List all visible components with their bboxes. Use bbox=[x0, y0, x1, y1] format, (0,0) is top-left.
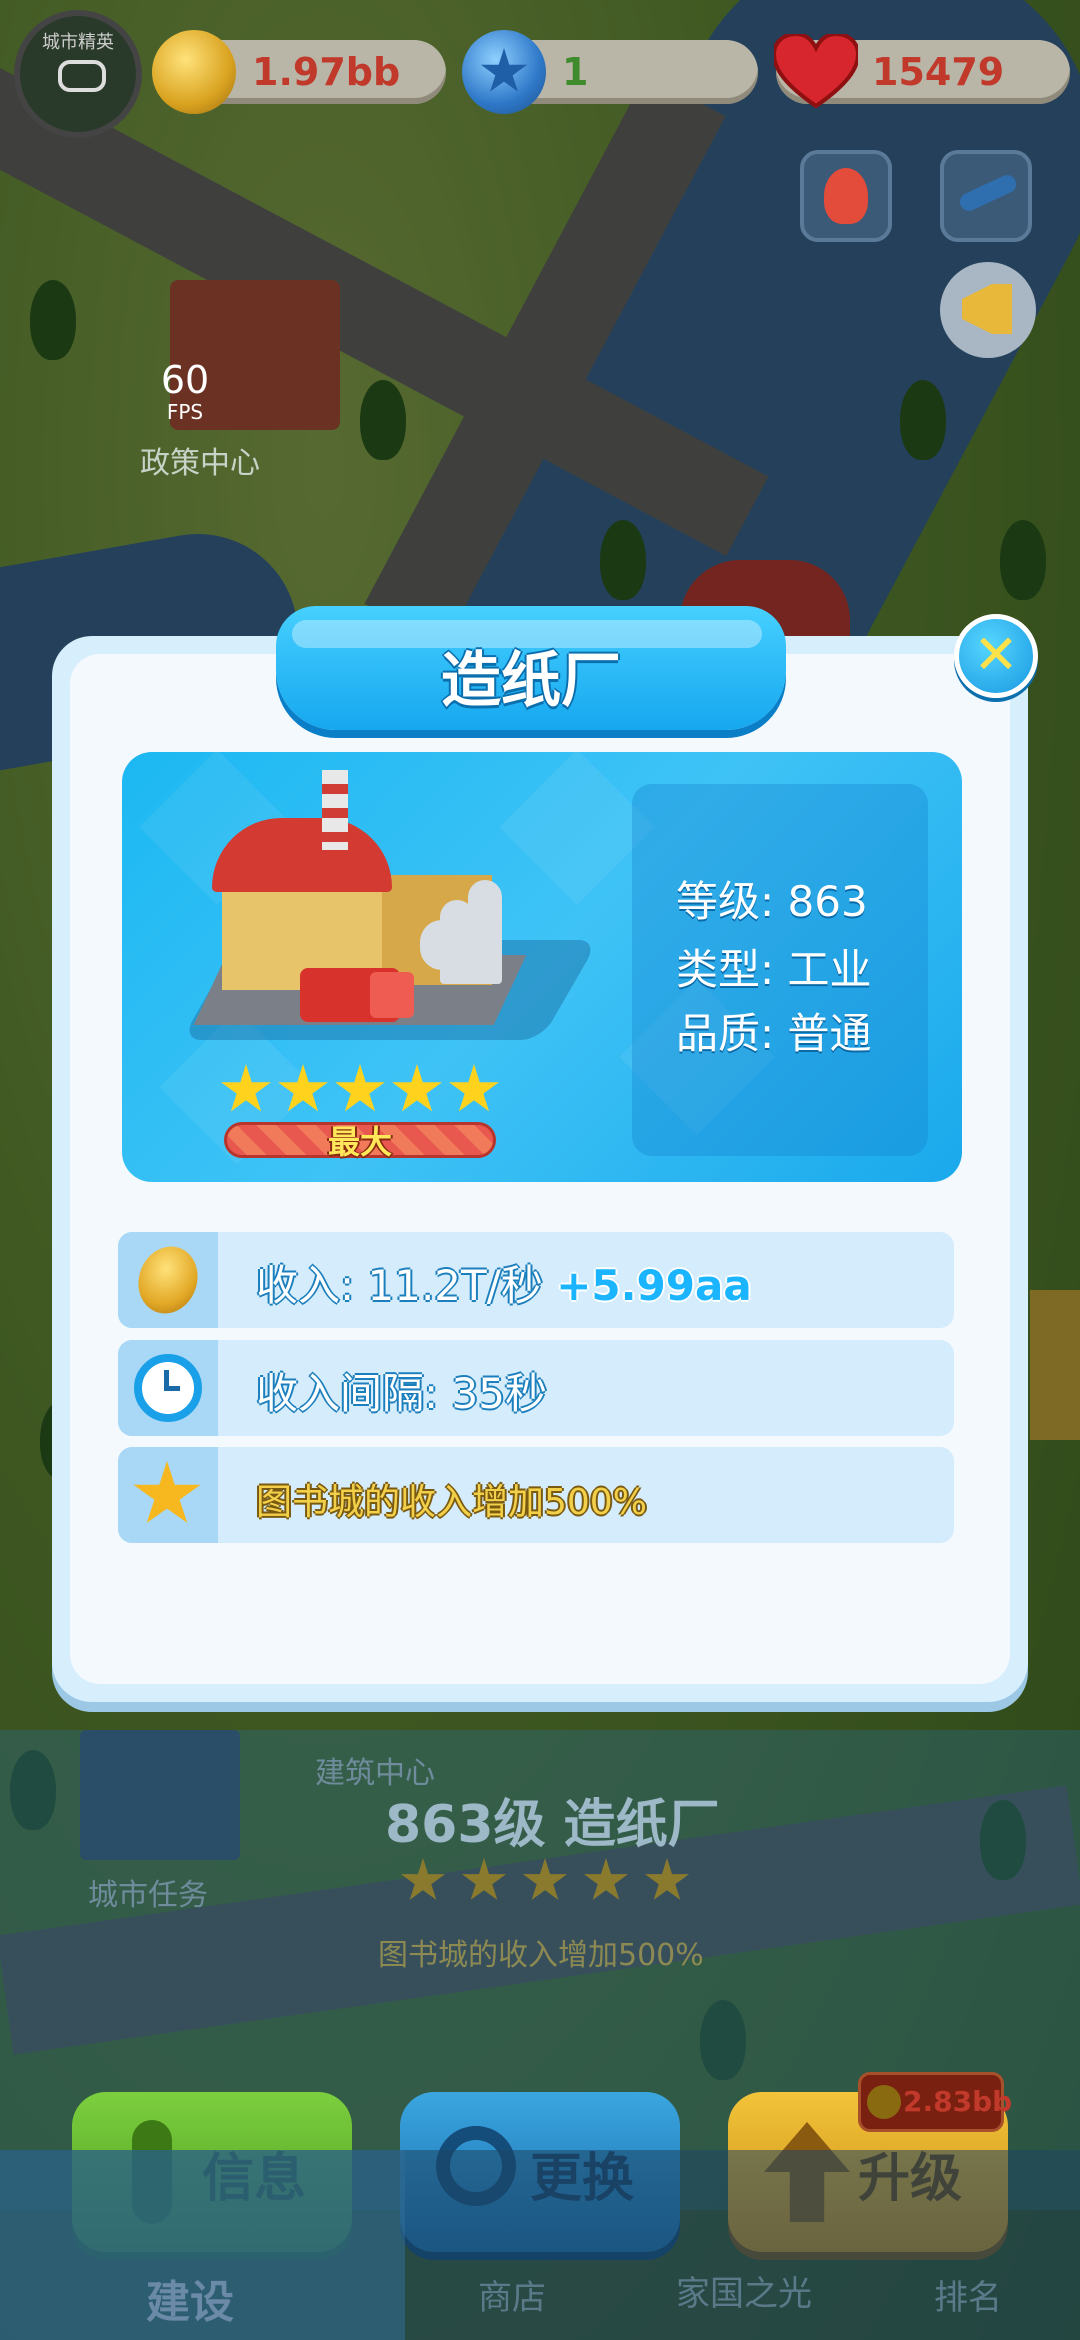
clock-icon bbox=[134, 1354, 202, 1422]
megaphone-icon bbox=[962, 284, 1012, 334]
fps-value: 60 bbox=[160, 358, 210, 402]
effect-text: 图书城的收入增加500% bbox=[256, 1482, 647, 1523]
quality-stat: 品质: 普通 bbox=[676, 1009, 872, 1058]
star-rating bbox=[220, 1064, 500, 1116]
player-avatar[interactable]: 城市精英 bbox=[14, 10, 142, 138]
interval-text: 收入间隔: 35秒 bbox=[256, 1369, 547, 1418]
star-icon bbox=[644, 1858, 690, 1900]
avatar-title: 城市精英 bbox=[42, 32, 114, 53]
tab-build[interactable]: 建设 bbox=[146, 2266, 234, 2330]
airplane-icon bbox=[957, 172, 1019, 214]
star-icon bbox=[400, 1858, 446, 1900]
heart-icon bbox=[771, 31, 861, 110]
tab-shop[interactable]: 商店 bbox=[478, 2270, 546, 2319]
fox-icon bbox=[824, 168, 868, 224]
fox-event-button[interactable] bbox=[800, 150, 892, 242]
effect-row: 图书城的收入增加500% bbox=[118, 1447, 954, 1543]
scene-building-label: 政策中心 bbox=[140, 446, 260, 481]
close-button[interactable]: ✕ bbox=[954, 614, 1038, 698]
fps-counter: 60 FPS bbox=[150, 360, 220, 424]
hearts-counter[interactable]: 15479 bbox=[771, 31, 1070, 109]
coins-value: 1.97bb bbox=[252, 50, 401, 94]
star-icon bbox=[133, 1461, 201, 1523]
city-task-label[interactable]: 城市任务 bbox=[88, 1870, 208, 1914]
tab-national-glory[interactable]: 家国之光 bbox=[676, 2266, 812, 2315]
airport-button[interactable] bbox=[940, 150, 1032, 242]
coin-icon bbox=[867, 2085, 901, 2119]
close-icon: ✕ bbox=[973, 623, 1019, 686]
coin-icon bbox=[152, 30, 236, 114]
fps-label: FPS bbox=[166, 400, 204, 424]
upgrade-cost-badge: 2.83bb bbox=[858, 2072, 1012, 2132]
star-icon bbox=[278, 1064, 328, 1112]
income-row: 收入: 11.2T/秒 +5.99aa bbox=[118, 1232, 954, 1328]
hearts-value: 15479 bbox=[872, 50, 1005, 94]
star-icon bbox=[221, 1064, 271, 1112]
star-icon bbox=[583, 1858, 629, 1900]
bg-effect: 图书城的收入增加500% bbox=[378, 1938, 704, 1973]
upgrade-cost: 2.83bb bbox=[903, 2085, 1013, 2118]
bg-title: 863级 造纸厂 bbox=[385, 1795, 720, 1855]
star-icon bbox=[335, 1064, 385, 1112]
bg-star-rating bbox=[400, 1858, 690, 1904]
avatar-badge-icon bbox=[58, 60, 106, 92]
level-stat: 等级: 863 bbox=[676, 877, 868, 926]
income-value: 收入: 11.2T/秒 bbox=[256, 1261, 543, 1310]
income-bonus: +5.99aa bbox=[556, 1261, 752, 1310]
max-level-label: 最大 bbox=[327, 1123, 392, 1161]
megaphone-button[interactable] bbox=[940, 262, 1036, 358]
star-icon bbox=[461, 1858, 507, 1900]
stars-counter[interactable]: 1 bbox=[462, 30, 758, 114]
type-stat: 类型: 工业 bbox=[676, 945, 872, 994]
stars-value: 1 bbox=[562, 50, 589, 94]
star-icon bbox=[449, 1064, 499, 1112]
star-icon bbox=[522, 1858, 568, 1900]
interval-row: 收入间隔: 35秒 bbox=[118, 1340, 954, 1436]
tab-ranking[interactable]: 排名 bbox=[934, 2270, 1002, 2319]
income-text: 收入: 11.2T/秒 +5.99aa bbox=[256, 1252, 752, 1313]
star-icon bbox=[392, 1064, 442, 1112]
dialog-title: 造纸厂 bbox=[441, 646, 621, 716]
blue-star-icon bbox=[462, 30, 546, 114]
coins-counter[interactable]: 1.97bb bbox=[152, 30, 446, 114]
coin-icon bbox=[129, 1238, 207, 1322]
